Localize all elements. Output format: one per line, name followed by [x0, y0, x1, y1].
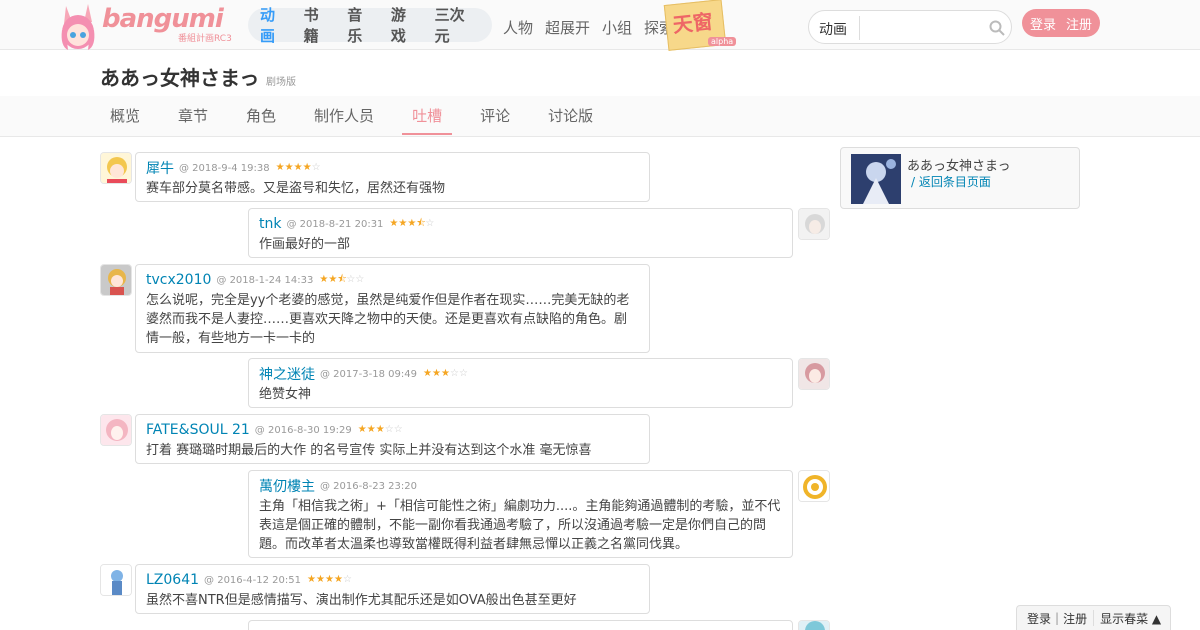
avatar[interactable]: [798, 620, 830, 630]
comment-text: 作画最好的一部: [259, 237, 351, 252]
star-icon: ★: [324, 574, 334, 585]
star-icon: ★: [284, 162, 294, 173]
star-icon: ★: [275, 162, 285, 173]
divider: [1093, 610, 1095, 626]
comment-bubble: LZ0641 @ 2016-4-12 20:51 ★ ★ ★ ★ ☆ 虽然不喜NTR但是…: [135, 564, 650, 614]
register-link[interactable]: 注册: [1066, 14, 1092, 33]
comment-time: @ 2018-8-21 20:31: [286, 218, 384, 230]
star-icon: ★: [319, 274, 329, 285]
comment-time: @ 2016-4-12 20:51: [204, 574, 301, 586]
bottom-toolbar: 登录 | 注册 显示春菜 ▲: [1016, 605, 1171, 630]
avatar[interactable]: [798, 358, 830, 390]
comment-bubble: [248, 620, 793, 630]
star-icon: ★: [306, 574, 316, 585]
comment-bubble: FATE&SOUL 21 @ 2016-8-30 19:29 ★ ★ ★ ☆ ☆ 打着 …: [135, 414, 650, 464]
star-icon: ★: [357, 424, 367, 435]
star-icon: ★: [389, 218, 399, 229]
search-divider: [859, 16, 860, 40]
divider: |: [1055, 611, 1060, 625]
subject-cover[interactable]: [851, 154, 901, 204]
comment-text: 赛车部分莫名带感。又是盗号和失忆，居然还有强物: [146, 181, 446, 196]
comment-username[interactable]: 萬仞樓主: [259, 476, 315, 496]
comment-username[interactable]: tnk: [259, 216, 281, 232]
star-icon: ☆: [342, 574, 352, 585]
comment-username[interactable]: LZ0641: [146, 572, 199, 588]
star-icon: ☆: [458, 368, 468, 379]
comment-text: 虽然不喜NTR但是感情描写、演出制作尤其配乐还是如OVA般出色甚至更好: [146, 593, 577, 608]
star-icon: ☆: [355, 274, 365, 285]
search-input[interactable]: [865, 16, 985, 40]
rating-stars: ★ ★ ★ ☆ ☆: [423, 369, 468, 379]
comment-time: @ 2018-1-24 14:33: [216, 274, 314, 286]
comment-text: 绝赞女神: [259, 387, 312, 402]
avatar[interactable]: [798, 470, 830, 502]
star-icon: ★: [302, 162, 312, 173]
star-icon: ☆: [384, 424, 394, 435]
subject-card: ああっ女神さまっ / 返回条目页面: [840, 147, 1080, 209]
avatar[interactable]: [100, 152, 132, 184]
star-icon: ★: [328, 274, 338, 285]
comment-bubble: tvcx2010 @ 2018-1-24 14:33 ★ ★ ⯪ ☆ ☆ 怎么说呢，完全…: [135, 264, 650, 353]
avatar[interactable]: [100, 564, 132, 596]
star-icon: ★: [407, 218, 417, 229]
comment-time: @ 2017-3-18 09:49: [320, 368, 417, 380]
star-icon: ☆: [449, 368, 459, 379]
back-to-subject-link[interactable]: / 返回条目页面: [911, 173, 991, 190]
search-icon[interactable]: [989, 20, 1005, 36]
comment-bubble: 犀牛 @ 2018-9-4 19:38 ★ ★ ★ ★ ☆ 赛车部分莫名带感。又是盗号和…: [135, 152, 650, 202]
star-icon: ★: [431, 368, 441, 379]
star-icon: ★: [440, 368, 450, 379]
rating-stars: ★ ★ ★ ★ ☆: [307, 575, 352, 585]
comment-username[interactable]: 犀牛: [146, 158, 174, 178]
star-icon: ★: [333, 574, 343, 585]
avatar[interactable]: [100, 414, 132, 446]
comment-text: 怎么说呢，完全是yy个老婆的感觉，虽然是纯爱作但是作者在现实……完美无缺的老婆然…: [146, 293, 630, 346]
star-icon: ★: [375, 424, 385, 435]
star-icon: ★: [315, 574, 325, 585]
comment-username[interactable]: 神之迷徒: [259, 364, 315, 384]
comment-username[interactable]: tvcx2010: [146, 272, 211, 288]
comment-time: @ 2018-9-4 19:38: [179, 162, 270, 174]
comment-time: @ 2016-8-30 19:29: [254, 424, 352, 436]
star-icon: ⯪: [337, 274, 347, 285]
star-icon: ☆: [311, 162, 321, 173]
bottom-register-link[interactable]: 注册: [1063, 610, 1087, 627]
comment-bubble: 神之迷徒 @ 2017-3-18 09:49 ★ ★ ★ ☆ ☆ 绝赞女神: [248, 358, 793, 408]
star-icon: ☆: [393, 424, 403, 435]
toggle-haruna-button[interactable]: 显示春菜 ▲: [1100, 610, 1161, 627]
bottom-login-link[interactable]: 登录: [1027, 610, 1051, 627]
star-icon: ⯪: [416, 218, 426, 229]
comment-list: 犀牛 @ 2018-9-4 19:38 ★ ★ ★ ★ ☆ 赛车部分莫名带感。又是盗号和…: [0, 0, 840, 630]
comment-text: 主角「相信我之術」+「相信可能性之術」編劇功力....。主角能夠通過體制的考驗，…: [259, 499, 781, 552]
star-icon: ★: [422, 368, 432, 379]
login-link[interactable]: 登录: [1030, 14, 1056, 33]
comment-time: @ 2016-8-23 23:20: [320, 480, 417, 492]
auth-pill: 登录 注册: [1022, 9, 1100, 37]
star-icon: ★: [398, 218, 408, 229]
comment-username[interactable]: FATE&SOUL 21: [146, 422, 250, 438]
rating-stars: ★ ★ ★ ⯪ ☆: [389, 219, 434, 229]
star-icon: ★: [366, 424, 376, 435]
comment-bubble: tnk @ 2018-8-21 20:31 ★ ★ ★ ⯪ ☆ 作画最好的一部: [248, 208, 793, 258]
rating-stars: ★ ★ ★ ★ ☆: [276, 163, 321, 173]
avatar[interactable]: [798, 208, 830, 240]
subject-card-title[interactable]: ああっ女神さまっ: [907, 155, 1010, 174]
comment-bubble: 萬仞樓主 @ 2016-8-23 23:20 主角「相信我之術」+「相信可能性之…: [248, 470, 793, 558]
star-icon: ☆: [346, 274, 356, 285]
star-icon: ★: [293, 162, 303, 173]
comment-text: 打着 赛璐璐时期最后的大作 的名号宣传 实际上并没有达到这个水准 毫无惊喜: [146, 443, 592, 458]
rating-stars: ★ ★ ⯪ ☆ ☆: [319, 275, 364, 285]
star-icon: ☆: [425, 218, 435, 229]
rating-stars: ★ ★ ★ ☆ ☆: [358, 425, 403, 435]
avatar[interactable]: [100, 264, 132, 296]
